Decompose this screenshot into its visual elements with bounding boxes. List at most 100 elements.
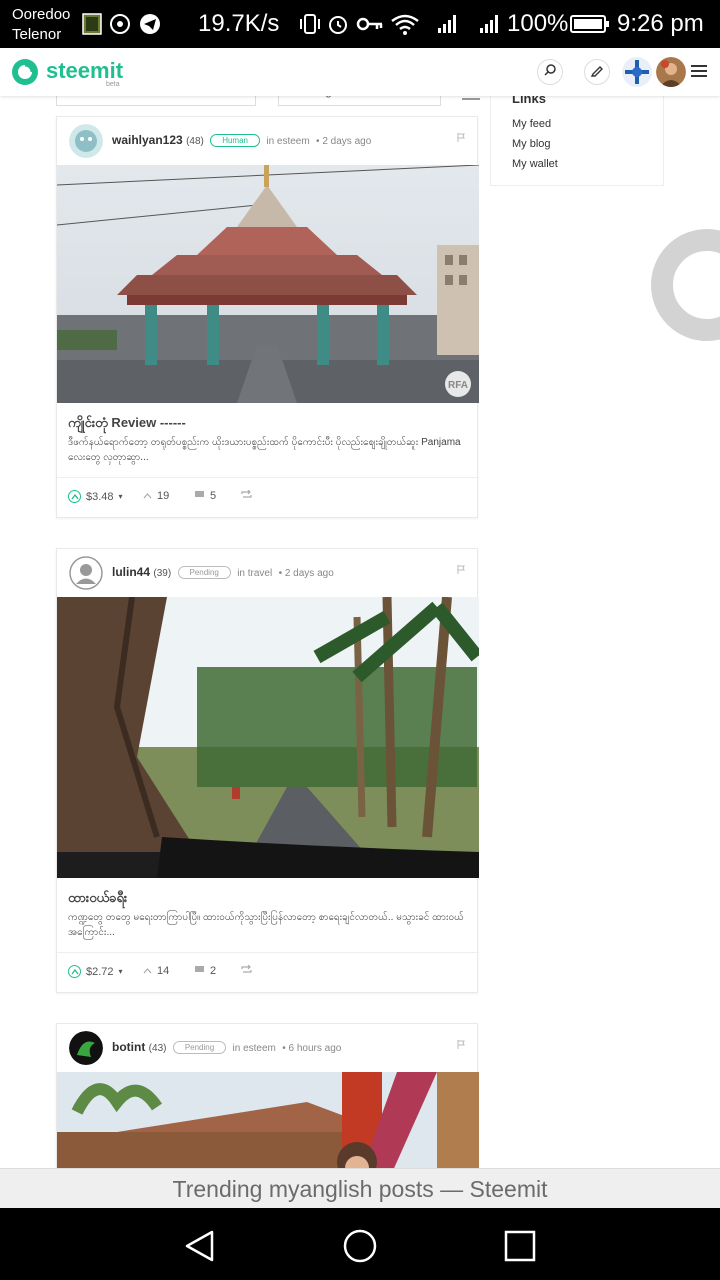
author-reputation: (43) [148, 1043, 167, 1054]
author-reputation: (48) [186, 136, 204, 147]
sidebar-link-my-feed[interactable]: My feed [512, 118, 551, 130]
sidebar-link-my-blog[interactable]: My blog [512, 138, 551, 150]
loading-spinner [651, 229, 720, 341]
vibrate-icon [298, 12, 322, 36]
upvote-icon[interactable] [68, 965, 81, 978]
status-badge: Human [210, 134, 260, 147]
status-bar: Ooredoo Telenor 19.7K/s 100% 9:26 pm [0, 0, 720, 48]
upvote-payout[interactable]: $3.48 ▾ [68, 490, 123, 503]
status-badge: Pending [172, 1041, 227, 1054]
app-header: steemit beta [0, 48, 720, 96]
browser-page-title: Trending myanglish posts — Steemit [0, 1168, 720, 1208]
post-age: • 2 days ago [316, 136, 372, 147]
comment-count[interactable]: 5 [194, 490, 216, 502]
post-thumbnail[interactable] [57, 597, 479, 878]
sort-filter-select[interactable]: Trending [278, 96, 441, 106]
layout-toggle-icon[interactable] [462, 96, 480, 100]
post-card: waihlyan123 (48) Human in esteem • 2 day… [56, 116, 479, 518]
signal-1-icon [436, 12, 460, 36]
author-reputation: (39) [153, 568, 172, 579]
author-avatar[interactable] [69, 556, 103, 590]
votes-icon [143, 965, 152, 977]
chat-notification-icon [108, 12, 132, 36]
post-age: • 6 hours ago [282, 1043, 342, 1054]
battery-percent: 100% [507, 10, 569, 37]
votes-value: 19 [157, 490, 170, 502]
comment-icon [194, 965, 205, 977]
pencil-icon [590, 63, 604, 82]
vote-count[interactable]: 14 [143, 965, 169, 977]
wifi-icon [390, 12, 420, 36]
post-category[interactable]: in travel [237, 568, 272, 579]
author-avatar[interactable] [69, 124, 103, 158]
post-title[interactable]: ထားဝယ်ခရီး [68, 890, 127, 909]
post-thumbnail[interactable] [57, 1072, 479, 1168]
alarm-icon [326, 12, 350, 36]
main-content: All content Trending Links My feed My bl… [0, 96, 720, 1168]
flag-icon[interactable] [457, 129, 465, 142]
comment-count[interactable]: 2 [194, 965, 216, 977]
post-author-line: botint (43) Pending in esteem • 6 hours … [112, 1040, 341, 1054]
comments-value: 5 [210, 490, 217, 502]
post-summary[interactable]: ဒီဖက်နယ်ရောက်တော့ တရုတ်ပစ္စည်းက ယိုးဒယား… [68, 435, 468, 465]
flag-icon[interactable] [457, 561, 465, 574]
flag-icon[interactable] [457, 1036, 465, 1049]
author-name[interactable]: botint [112, 1040, 145, 1054]
battery-icon [570, 12, 610, 36]
app-notification-icon [80, 12, 104, 36]
post-category[interactable]: in esteem [266, 136, 309, 147]
sidebar-links: Links My feed My blog My wallet [490, 96, 664, 186]
telegram-icon [138, 12, 162, 36]
post-thumbnail[interactable]: RFA [57, 165, 479, 403]
search-icon [543, 63, 557, 82]
status-badge: Pending [177, 566, 231, 579]
beta-label: beta [106, 81, 120, 88]
submit-story-button[interactable] [584, 59, 610, 85]
system-nav-bar [0, 1208, 720, 1280]
home-icon[interactable] [342, 1228, 378, 1264]
upvote-icon[interactable] [68, 490, 81, 503]
vote-count[interactable]: 19 [143, 490, 169, 502]
sidebar-heading: Links [512, 96, 546, 106]
resteem-icon[interactable] [241, 965, 252, 974]
clock: 9:26 pm [617, 10, 704, 37]
votes-value: 14 [157, 965, 170, 977]
post-header: lulin44 (39) Pending in travel • 2 days … [57, 549, 477, 597]
author-name[interactable]: lulin44 [112, 565, 150, 579]
user-avatar[interactable] [656, 57, 686, 87]
steemit-logo-icon[interactable] [11, 58, 39, 86]
upvote-payout[interactable]: $2.72 ▾ [68, 965, 123, 978]
chevron-down-icon[interactable]: ▾ [119, 492, 123, 501]
sidebar-link-my-wallet[interactable]: My wallet [512, 158, 558, 170]
post-summary[interactable]: ကဏ္ဍတွေ တတွေ မရေးတာကြာပါပြီ။ ထားဝယ်ကိုသွ… [68, 910, 468, 940]
post-age: • 2 days ago [278, 568, 334, 579]
signal-2-icon [478, 12, 502, 36]
search-button[interactable] [537, 59, 563, 85]
post-card: botint (43) Pending in esteem • 6 hours … [56, 1023, 479, 1168]
key-icon [356, 12, 384, 36]
comment-icon [194, 490, 205, 502]
author-avatar[interactable] [69, 1031, 103, 1065]
carrier-2: Telenor [12, 26, 62, 43]
post-header: botint (43) Pending in esteem • 6 hours … [57, 1024, 477, 1072]
resteem-icon[interactable] [241, 490, 252, 499]
post-footer: $2.72 ▾ 14 2 [57, 952, 479, 992]
back-icon[interactable] [182, 1228, 218, 1264]
post-author-line: waihlyan123 (48) Human in esteem • 2 day… [112, 133, 371, 147]
post-title[interactable]: ကျိုင်းတုံ Review ------ [68, 415, 186, 434]
recent-apps-icon[interactable] [502, 1228, 538, 1264]
payout-amount[interactable]: $2.72 [86, 966, 114, 978]
post-footer: $3.48 ▾ 19 5 [57, 477, 479, 517]
notification-avatar[interactable] [622, 57, 652, 87]
hamburger-icon[interactable] [690, 63, 708, 79]
votes-icon [143, 490, 152, 502]
payout-amount[interactable]: $3.48 [86, 491, 114, 503]
rfa-watermark: RFA [448, 380, 468, 391]
carrier-1: Ooredoo [12, 6, 71, 23]
comments-value: 2 [210, 965, 217, 977]
post-category[interactable]: in esteem [233, 1043, 276, 1054]
category-filter-select[interactable]: All content [56, 96, 256, 106]
post-author-line: lulin44 (39) Pending in travel • 2 days … [112, 565, 334, 579]
author-name[interactable]: waihlyan123 [112, 133, 183, 147]
chevron-down-icon[interactable]: ▾ [119, 967, 123, 976]
